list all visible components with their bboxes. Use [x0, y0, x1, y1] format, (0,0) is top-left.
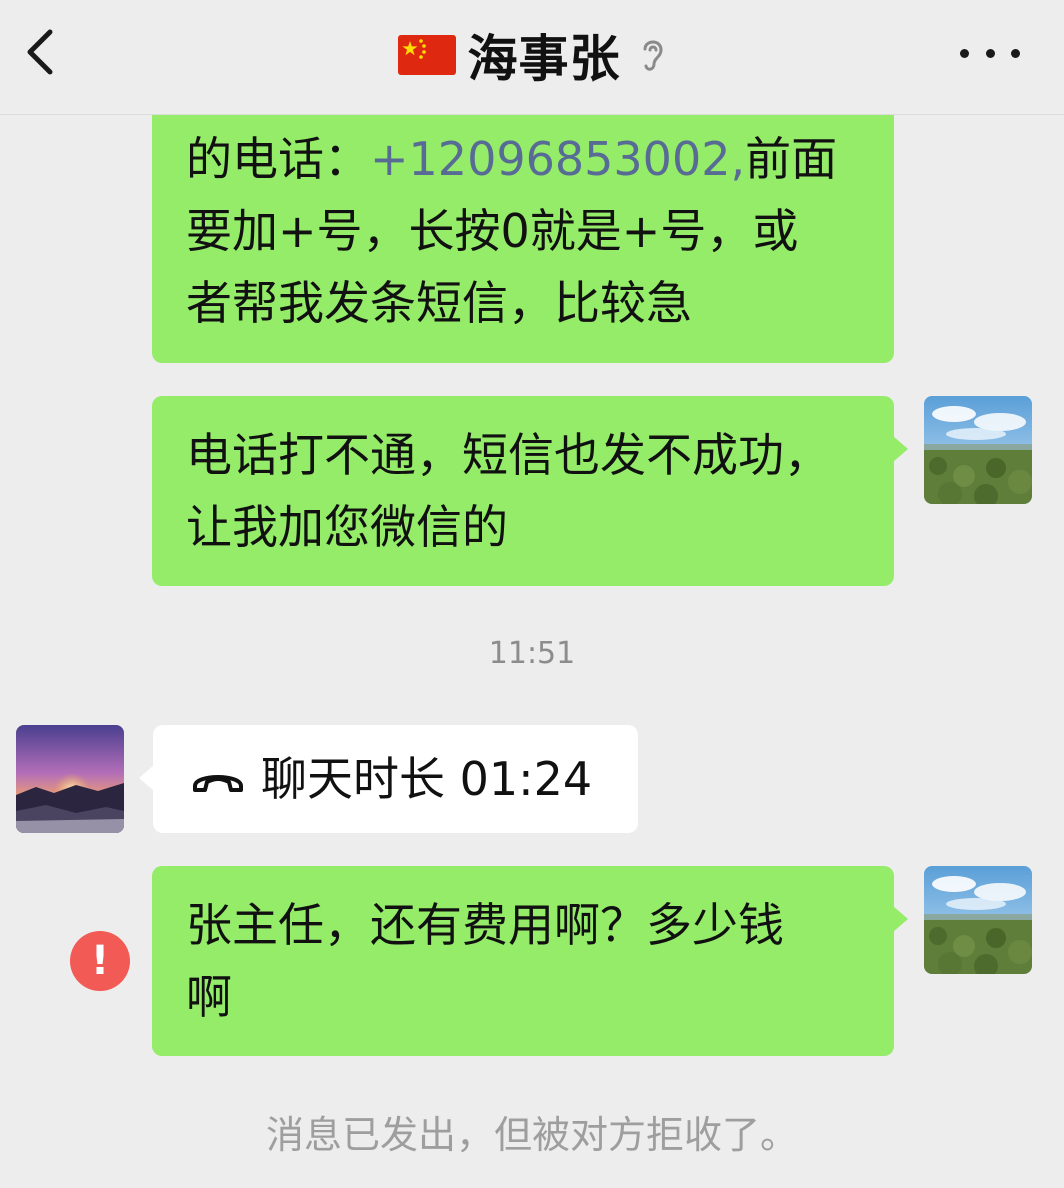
chat-area: 的电话：+12096853002,前面 要加+号，长按0就是+号，或 者帮我发条…	[0, 0, 1064, 1188]
message-line: 啊	[186, 970, 232, 1024]
call-duration-text: 聊天时长 01:24	[261, 752, 593, 806]
phone-hangup-icon	[193, 775, 243, 792]
message-line: 让我加您微信的	[186, 500, 508, 554]
contact-avatar[interactable]	[16, 725, 124, 833]
call-record-row: 聊天时长 01:24	[191, 725, 638, 833]
my-avatar[interactable]	[924, 866, 1032, 974]
ear-icon[interactable]	[637, 35, 667, 75]
more-dots-icon	[1011, 48, 1020, 58]
system-notice: 消息已发出，但被对方拒收了。	[265, 1113, 798, 1157]
message-line: 要加+号，长按0就是+号，或	[186, 204, 799, 258]
chat-title-group[interactable]: 海事张	[0, 20, 1064, 90]
send-failed-icon[interactable]: !	[70, 931, 130, 991]
message-bubble-self[interactable]: 电话打不通，短信也发不成功， 让我加您微信的	[152, 396, 908, 586]
message-line: 电话打不通，短信也发不成功，	[186, 428, 830, 482]
china-flag-icon	[397, 35, 456, 75]
timestamp: 11:51	[488, 636, 576, 671]
message-bubble-self[interactable]: 的电话：+12096853002,前面 要加+号，长按0就是+号，或 者帮我发条…	[152, 100, 894, 363]
more-dots-icon	[985, 48, 995, 58]
sunset-avatar-icon	[16, 725, 124, 833]
my-avatar[interactable]	[924, 396, 1032, 504]
message-bubble-self[interactable]: 张主任，还有费用啊？多少钱 啊	[152, 866, 908, 1056]
message-line: 者帮我发条短信，比较急	[186, 276, 692, 330]
chat-title: 海事张	[467, 30, 621, 88]
phone-number-link[interactable]: +12096853002,	[370, 132, 745, 186]
more-options-button[interactable]	[960, 38, 1020, 68]
message-line: 的电话：+12096853002,前面	[186, 132, 838, 186]
more-dots-icon	[960, 48, 969, 58]
call-record-bubble[interactable]: 聊天时长 01:24	[139, 725, 638, 833]
message-line: 张主任，还有费用啊？多少钱	[186, 898, 784, 952]
landscape-avatar-icon	[924, 396, 1032, 504]
landscape-avatar-icon	[924, 866, 1032, 974]
chat-header: 海事张	[0, 0, 1064, 115]
